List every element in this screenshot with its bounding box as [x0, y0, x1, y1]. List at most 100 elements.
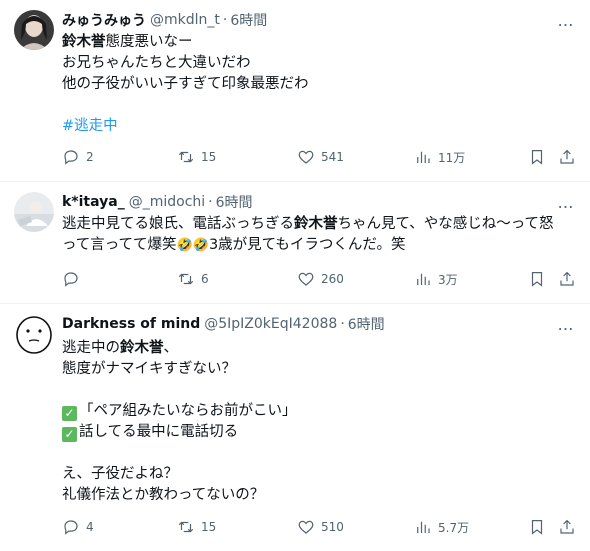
- display-name[interactable]: k*itaya_: [62, 194, 125, 210]
- repost-count: 15: [201, 520, 217, 534]
- tweet-text: 逃走中見てる娘氏、電話ぶっちぎる鈴木誉ちゃん見て、やな感じね〜って怒 って言って…: [62, 214, 572, 256]
- bookmark-button[interactable]: [528, 148, 546, 166]
- views-chart-icon: [417, 521, 430, 533]
- share-icon: [560, 149, 574, 164]
- views-button[interactable]: 11万: [414, 148, 465, 166]
- more-options-icon[interactable]: …: [556, 192, 576, 212]
- views-button[interactable]: 5.7万: [414, 518, 469, 536]
- tweet-header: みゅうみゅう @mkdln_t · 6時間: [62, 10, 267, 30]
- tweet-header: k*itaya_ @_midochi · 6時間: [62, 192, 253, 212]
- like-count: 260: [321, 272, 344, 286]
- like-button[interactable]: 541: [297, 148, 344, 166]
- text-span: 態度悪いなー: [105, 34, 193, 50]
- like-count: 510: [321, 520, 344, 534]
- text-span: 3歳が見てもイラつくんだ。笑: [208, 237, 406, 253]
- bold-name: 鈴木誉: [294, 216, 338, 232]
- views-button[interactable]: 3万: [414, 270, 458, 288]
- share-button[interactable]: [558, 518, 576, 536]
- bookmark-icon: [531, 520, 543, 535]
- display-name[interactable]: Darkness of mind: [62, 316, 200, 332]
- laughing-emoji: 🤣🤣: [176, 238, 209, 253]
- separator-dot: ·: [340, 316, 345, 332]
- avatar[interactable]: [14, 10, 54, 50]
- reply-button[interactable]: 2: [62, 148, 94, 166]
- reply-button[interactable]: 4: [62, 518, 94, 536]
- share-icon: [560, 519, 574, 534]
- empty-line: [62, 443, 572, 464]
- empty-line: [62, 380, 572, 401]
- share-button[interactable]: [558, 148, 576, 166]
- repost-icon: [178, 521, 194, 533]
- tweet-3[interactable]: Darkness of mind @5IpIZ0kEqI42088 · 6時間 …: [0, 304, 590, 551]
- timestamp[interactable]: 6時間: [216, 192, 253, 212]
- repost-count: 6: [201, 272, 209, 286]
- views-count: 3万: [438, 272, 458, 287]
- display-name[interactable]: みゅうみゅう: [62, 10, 146, 30]
- bookmark-icon: [531, 150, 543, 165]
- heart-icon: [298, 520, 314, 534]
- repost-icon: [178, 151, 194, 163]
- tweet-line: 態度がナマイキすぎない？: [62, 361, 236, 377]
- reply-count: 4: [86, 520, 94, 534]
- avatar[interactable]: [14, 314, 54, 354]
- text-span: ちゃん見て、やな感じね〜って怒: [337, 216, 554, 232]
- hashtag-line: #逃走中: [62, 116, 572, 137]
- tweet-line: って言ってて爆笑🤣🤣3歳が見てもイラつくんだ。笑: [62, 235, 572, 256]
- avatar[interactable]: [14, 192, 54, 232]
- repost-button[interactable]: 15: [177, 148, 216, 166]
- text-span: 話してる最中に電話切る: [79, 424, 239, 440]
- share-button[interactable]: [558, 270, 576, 288]
- more-options-icon[interactable]: …: [556, 314, 576, 334]
- bold-name: 鈴木誉: [120, 340, 164, 356]
- heart-icon: [298, 150, 314, 164]
- tweet-header: Darkness of mind @5IpIZ0kEqI42088 · 6時間: [62, 314, 385, 334]
- repost-button[interactable]: 6: [177, 270, 209, 288]
- bookmark-button[interactable]: [528, 270, 546, 288]
- check-box-emoji: ✓: [62, 427, 77, 442]
- empty-line: [62, 95, 572, 116]
- repost-button[interactable]: 15: [177, 518, 216, 536]
- more-options-icon[interactable]: …: [556, 10, 576, 30]
- text-span: 逃走中の: [62, 340, 120, 356]
- tweet-text: 鈴木誉態度悪いなー お兄ちゃんたちと大違いだわ 他の子役がいい子すぎて印象最悪だ…: [62, 32, 572, 137]
- bookmark-button[interactable]: [528, 518, 546, 536]
- reply-button[interactable]: [62, 270, 86, 288]
- bookmark-icon: [531, 272, 543, 287]
- text-span: 逃走中見てる娘氏、電話ぶっちぎる: [62, 216, 294, 232]
- tweet-line: 鈴木誉態度悪いなー: [62, 32, 572, 53]
- share-icon: [560, 271, 574, 286]
- like-count: 541: [321, 150, 344, 164]
- like-button[interactable]: 510: [297, 518, 344, 536]
- action-bar: 2 15 541 11万: [62, 148, 580, 168]
- action-bar: 4 15 510 5.7万: [62, 518, 580, 538]
- repost-count: 15: [201, 150, 217, 164]
- reply-icon: [64, 150, 78, 165]
- tweet-line: 礼儀作法とか教わってないの？: [62, 487, 265, 503]
- heart-icon: [298, 272, 314, 286]
- tweet-1[interactable]: みゅうみゅう @mkdln_t · 6時間 … 鈴木誉態度悪いなー お兄ちゃんた…: [0, 0, 590, 182]
- separator-dot: ·: [222, 12, 228, 28]
- text-span: 、: [163, 340, 179, 356]
- tweet-2[interactable]: k*itaya_ @_midochi · 6時間 … 逃走中見てる娘氏、電話ぶっ…: [0, 182, 590, 304]
- like-button[interactable]: 260: [297, 270, 344, 288]
- user-handle[interactable]: @mkdln_t: [150, 12, 220, 28]
- hashtag-link[interactable]: #逃走中: [62, 118, 118, 134]
- timestamp[interactable]: 6時間: [348, 314, 385, 334]
- tweet-line: お兄ちゃんたちと大違いだわ: [62, 55, 251, 71]
- tweet-line: 他の子役がいい子すぎて印象最悪だわ: [62, 76, 309, 92]
- user-handle[interactable]: @5IpIZ0kEqI42088: [204, 316, 337, 332]
- user-handle[interactable]: @_midochi: [129, 194, 205, 210]
- views-count: 5.7万: [438, 520, 470, 535]
- timestamp[interactable]: 6時間: [230, 10, 267, 30]
- tweet-line: え、子役だよね？: [62, 466, 178, 482]
- tweet-line: ✓ 「ペア組みたいならお前がこい」: [62, 401, 572, 422]
- views-chart-icon: [417, 273, 430, 285]
- reply-count: 2: [86, 150, 94, 164]
- repost-icon: [178, 273, 194, 285]
- tweet-line: ✓ 話してる最中に電話切る: [62, 422, 572, 443]
- text-span: って言ってて爆笑: [62, 237, 177, 253]
- views-count: 11万: [438, 150, 466, 165]
- tweet-line: 逃走中見てる娘氏、電話ぶっちぎる鈴木誉ちゃん見て、やな感じね〜って怒: [62, 214, 572, 235]
- reply-icon: [64, 520, 78, 535]
- text-span: 「ペア組みたいならお前がこい」: [79, 403, 297, 419]
